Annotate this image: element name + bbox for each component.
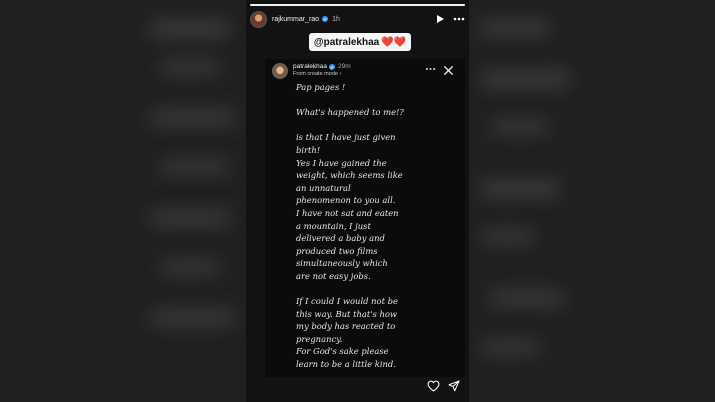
heart-icon[interactable] xyxy=(427,380,440,392)
blur-block xyxy=(480,230,535,244)
story-header: rajkummar_rao 1h xyxy=(250,10,465,28)
reshared-subtitle[interactable]: From create mode › xyxy=(293,71,341,77)
note-gap xyxy=(296,119,436,132)
note-line: For God's sake please xyxy=(296,346,389,357)
story-progress-bar xyxy=(250,4,465,6)
blur-block xyxy=(480,70,570,88)
verified-badge-icon xyxy=(322,16,329,22)
close-icon[interactable] xyxy=(443,65,454,76)
note-line: I have not sat and eaten xyxy=(296,207,399,218)
reshared-username-row: patralekhaa 29m xyxy=(293,63,351,70)
story-progress-fill xyxy=(250,4,465,6)
blur-block xyxy=(480,180,560,198)
note-line: is that I have just given xyxy=(296,132,396,143)
blur-block xyxy=(150,210,230,226)
blur-block xyxy=(490,120,550,134)
story-time: 1h xyxy=(332,15,340,23)
note-line: What's happened to me!? xyxy=(296,107,404,118)
blur-block xyxy=(150,310,235,326)
note-line: an unnatural xyxy=(296,182,351,193)
blur-block xyxy=(150,110,235,126)
avatar[interactable] xyxy=(250,10,267,28)
blur-block xyxy=(160,160,230,174)
blur-block xyxy=(160,60,220,74)
note-gap xyxy=(296,94,436,107)
mention-sticker[interactable]: @patralekhaa ❤️❤️ xyxy=(309,33,411,51)
note-line: learn to be a little kind. xyxy=(296,359,396,370)
note-line: pregnancy. xyxy=(296,333,343,344)
mention-text: @patralekhaa xyxy=(313,36,380,48)
note-line: a mountain, I just xyxy=(296,220,371,231)
note-line: this way. But that's how xyxy=(296,308,398,319)
avatar[interactable] xyxy=(272,63,288,79)
note-line: simultaneously which xyxy=(296,258,388,269)
note-text: Pap pages ! What's happened to me!? is tha… xyxy=(296,81,436,371)
note-line: birth! xyxy=(296,144,321,155)
note-line: my body has reacted to xyxy=(296,321,396,332)
send-icon[interactable] xyxy=(448,380,460,392)
note-line: are not easy jobs. xyxy=(296,270,371,281)
verified-badge-icon xyxy=(328,63,335,70)
note-line: produced two films xyxy=(296,245,378,256)
blur-block xyxy=(490,290,565,306)
blur-block xyxy=(480,20,550,36)
note-line: Pap pages ! xyxy=(296,82,346,92)
note-line: weight, which seems like xyxy=(296,170,403,181)
play-icon[interactable] xyxy=(435,14,445,24)
blur-block xyxy=(150,20,230,38)
more-icon[interactable] xyxy=(453,14,465,24)
note-line: delivered a baby and xyxy=(296,233,385,244)
note-line: If I could I would not be xyxy=(296,296,398,307)
blur-block xyxy=(480,340,540,354)
more-icon[interactable] xyxy=(425,66,436,72)
story-username[interactable]: rajkummar_rao xyxy=(272,16,319,23)
blur-block xyxy=(160,260,220,274)
mention-emoji: ❤️❤️ xyxy=(381,36,407,48)
note-gap xyxy=(296,283,436,296)
reshared-time: 29m xyxy=(337,63,351,70)
reshared-username[interactable]: patralekhaa xyxy=(293,63,327,70)
note-line: Yes I have gained the xyxy=(296,157,387,168)
note-line: phenomenon to you all. xyxy=(296,195,396,206)
